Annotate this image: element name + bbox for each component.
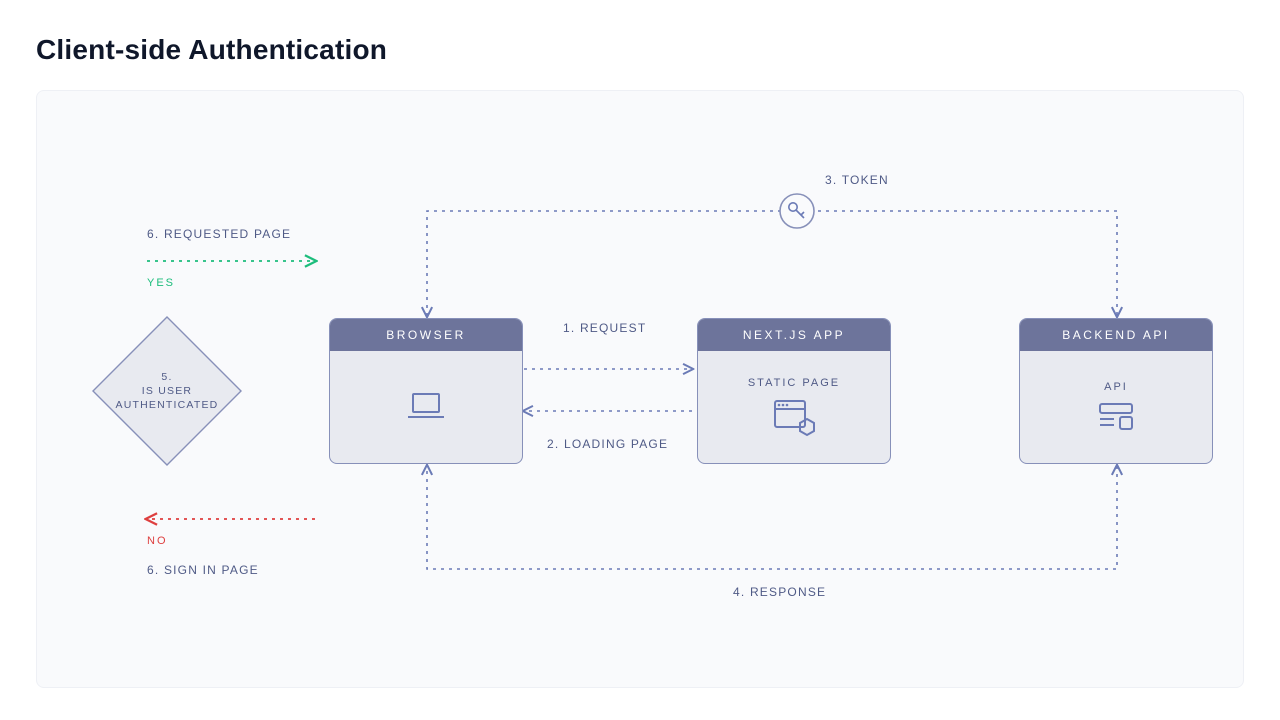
static-page-icon <box>769 397 819 437</box>
decision-diamond: 5. IS USER AUTHENTICATED <box>87 311 247 471</box>
card-backend-header: BACKEND API <box>1020 319 1212 351</box>
diagram-canvas: 1. REQUEST 2. LOADING PAGE 3. TOKEN 4. R… <box>36 90 1244 688</box>
label-no: NO <box>147 535 168 547</box>
label-step6a: 6. REQUESTED PAGE <box>147 227 291 241</box>
page-title: Client-side Authentication <box>36 34 387 66</box>
api-icon <box>1094 401 1138 433</box>
label-step1: 1. REQUEST <box>563 321 646 335</box>
card-backend-sub: API <box>1104 381 1128 393</box>
card-nextjs: NEXT.JS APP STATIC PAGE <box>697 318 891 464</box>
conn-response <box>427 466 1117 569</box>
card-browser-header: BROWSER <box>330 319 522 351</box>
label-step4: 4. RESPONSE <box>733 585 826 599</box>
conn-token <box>427 211 1117 316</box>
card-browser: BROWSER <box>329 318 523 464</box>
card-backend: BACKEND API API <box>1019 318 1213 464</box>
card-nextjs-header: NEXT.JS APP <box>698 319 890 351</box>
card-nextjs-sub: STATIC PAGE <box>748 377 840 389</box>
label-step3: 3. TOKEN <box>825 173 889 187</box>
decision-line1: 5. <box>161 371 172 383</box>
decision-line3: AUTHENTICATED <box>116 399 219 411</box>
laptop-icon <box>404 390 448 424</box>
label-step6b: 6. SIGN IN PAGE <box>147 563 259 577</box>
label-yes: YES <box>147 277 175 289</box>
label-step2: 2. LOADING PAGE <box>547 437 668 451</box>
decision-line2: IS USER <box>142 385 192 397</box>
